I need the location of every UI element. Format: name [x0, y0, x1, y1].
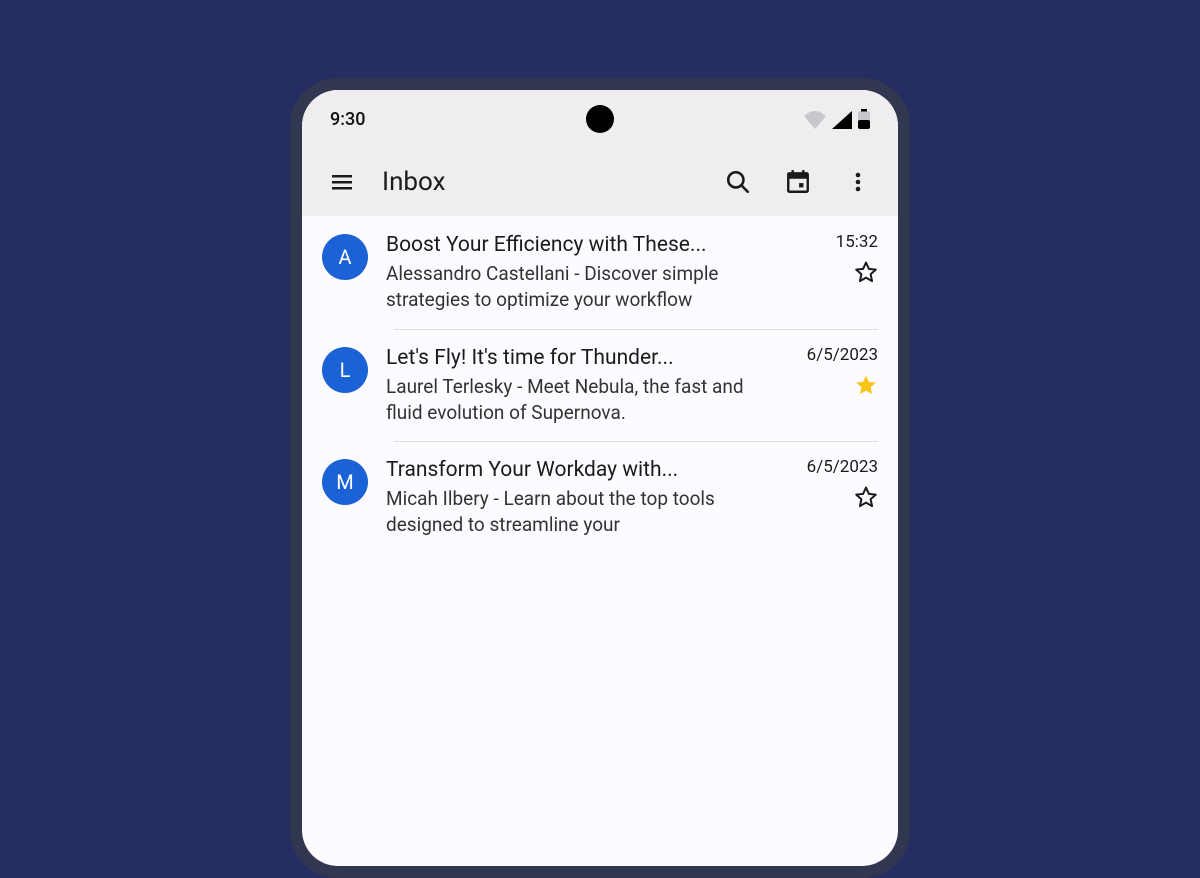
message-content: Transform Your Workday with... Micah Ilb…: [386, 457, 780, 538]
calendar-icon: [785, 169, 811, 195]
avatar[interactable]: A: [322, 234, 368, 280]
calendar-button[interactable]: [778, 162, 818, 202]
star-button[interactable]: [854, 373, 878, 401]
message-preview: Alessandro Castellani - Discover simple …: [386, 261, 780, 312]
status-icons: [804, 109, 870, 129]
message-subject: Transform Your Workday with...: [386, 457, 780, 484]
avatar[interactable]: M: [322, 459, 368, 505]
star-outline-icon: [854, 485, 878, 509]
signal-icon: [832, 111, 852, 129]
message-meta: 6/5/2023: [798, 345, 878, 426]
message-meta: 15:32: [798, 232, 878, 313]
message-date: 6/5/2023: [807, 457, 878, 477]
message-list: A Boost Your Efficiency with These... Al…: [302, 216, 898, 554]
avatar[interactable]: L: [322, 347, 368, 393]
battery-icon: [858, 109, 870, 129]
message-content: Boost Your Efficiency with These... Ales…: [386, 232, 780, 313]
hamburger-icon: [330, 170, 354, 194]
star-filled-icon: [854, 373, 878, 397]
message-subject: Boost Your Efficiency with These...: [386, 232, 780, 259]
phone-screen: 9:30: [302, 90, 898, 866]
phone-frame: 9:30: [290, 78, 910, 878]
message-content: Let's Fly! It's time for Thunder... Laur…: [386, 345, 780, 426]
message-row[interactable]: M Transform Your Workday with... Micah I…: [302, 441, 898, 554]
message-subject: Let's Fly! It's time for Thunder...: [386, 345, 780, 372]
search-button[interactable]: [718, 162, 758, 202]
more-vert-icon: [846, 170, 870, 194]
message-date: 15:32: [836, 232, 878, 252]
search-icon: [725, 169, 751, 195]
star-button[interactable]: [854, 485, 878, 513]
message-meta: 6/5/2023: [798, 457, 878, 538]
message-date: 6/5/2023: [807, 345, 878, 365]
app-bar: Inbox: [302, 148, 898, 216]
page-title: Inbox: [382, 167, 698, 197]
wifi-icon: [804, 111, 826, 129]
message-row[interactable]: A Boost Your Efficiency with These... Al…: [302, 216, 898, 329]
status-time: 9:30: [330, 109, 365, 130]
more-button[interactable]: [838, 162, 878, 202]
message-preview: Micah Ilbery - Learn about the top tools…: [386, 486, 780, 537]
message-preview: Laurel Terlesky - Meet Nebula, the fast …: [386, 374, 780, 425]
status-bar: 9:30: [302, 90, 898, 148]
message-row[interactable]: L Let's Fly! It's time for Thunder... La…: [302, 329, 898, 442]
camera-cutout: [586, 105, 614, 133]
star-button[interactable]: [854, 260, 878, 288]
star-outline-icon: [854, 260, 878, 284]
menu-button[interactable]: [322, 162, 362, 202]
